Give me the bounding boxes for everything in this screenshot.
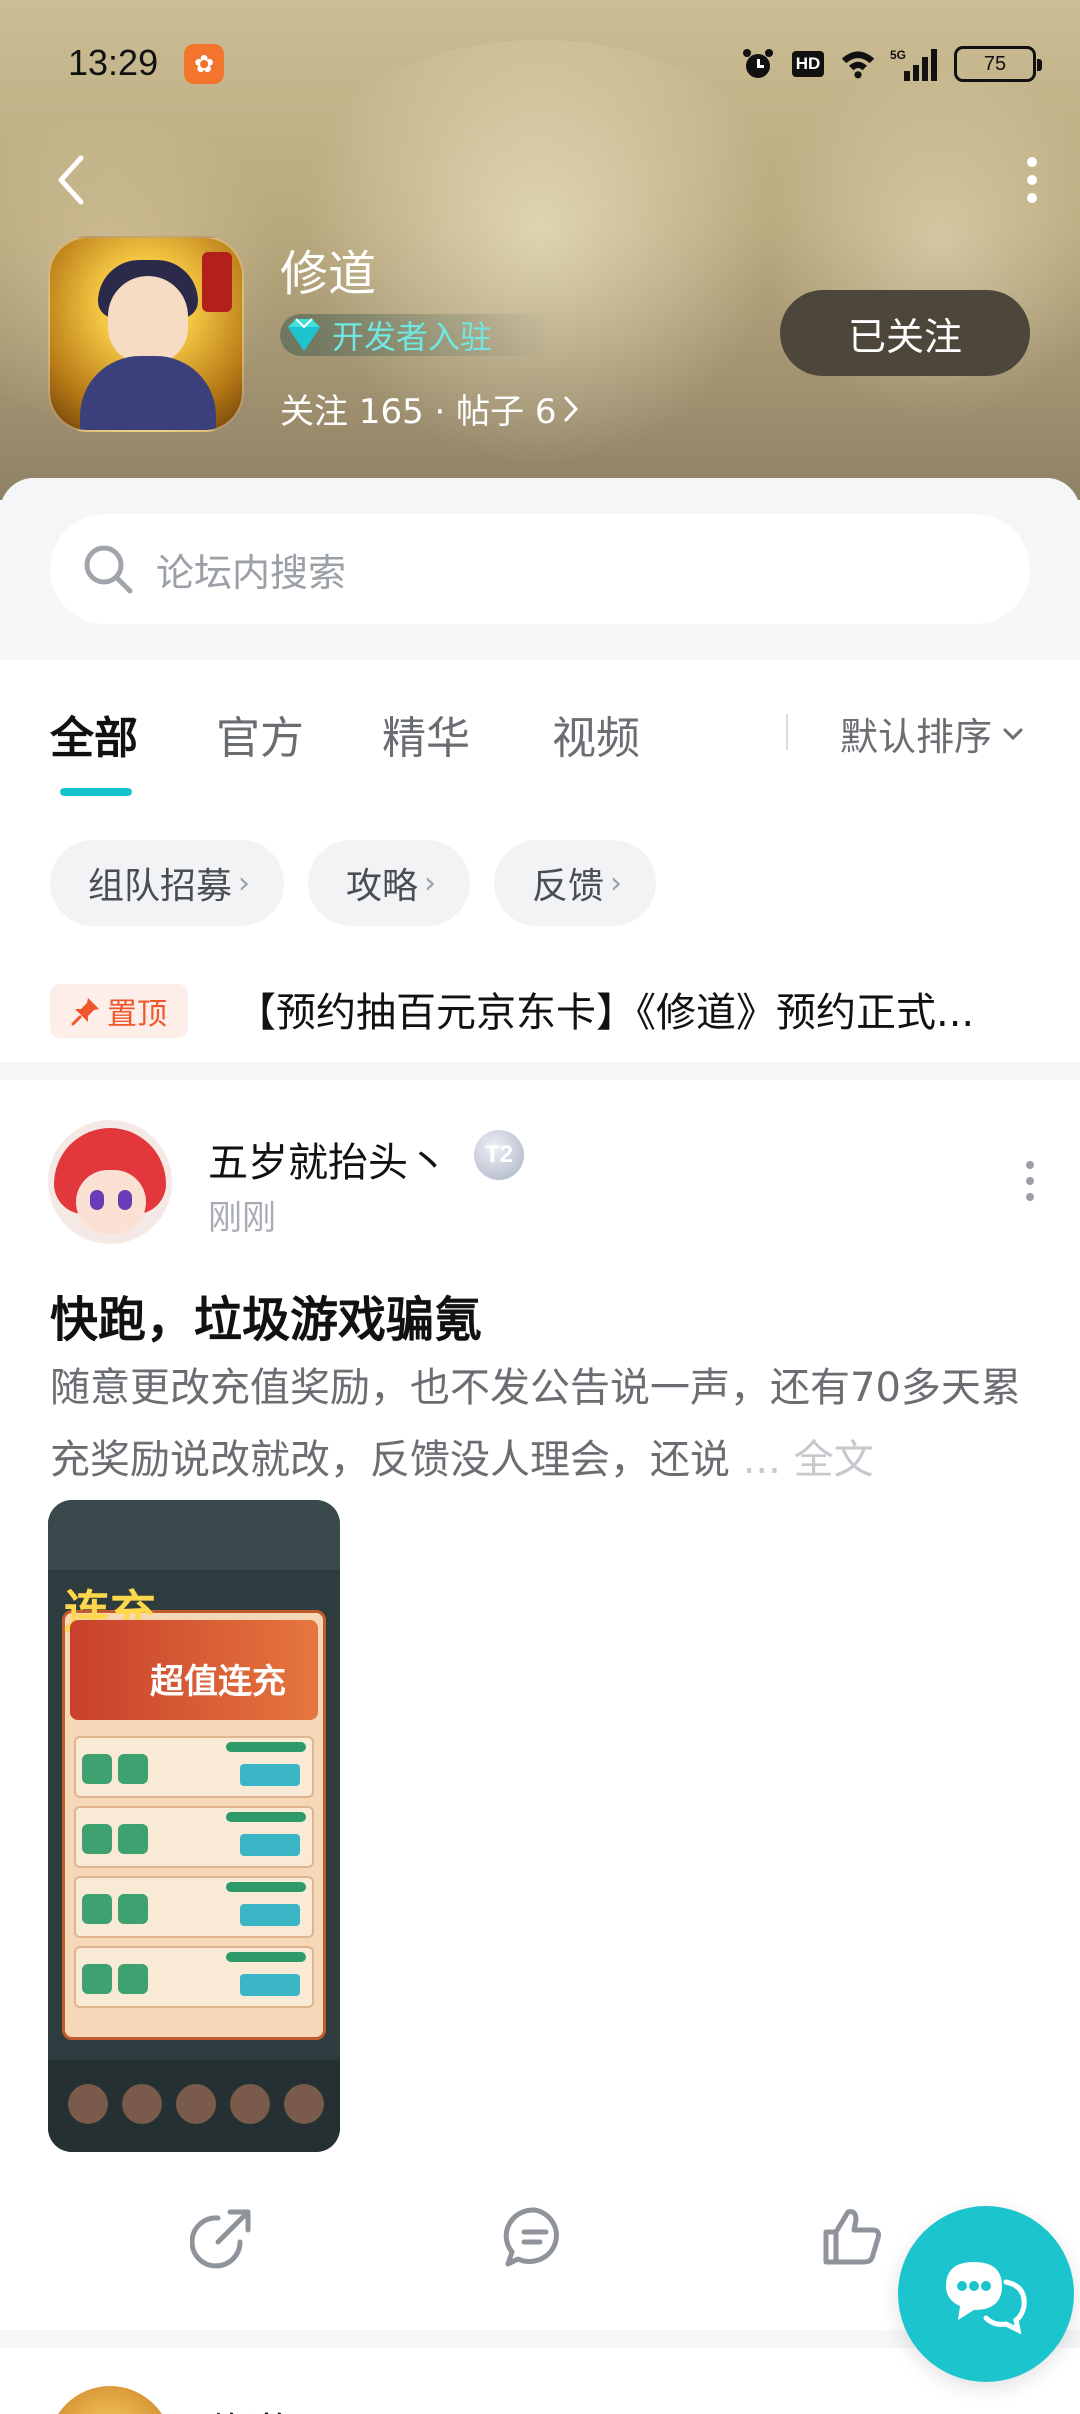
search-placeholder: 论坛内搜索 — [156, 550, 347, 595]
forum-content: 论坛内搜索 全部 官方 精华 视频 默认排序 组队招募 › 攻略 › 反馈 › 置顶 … — [0, 478, 1080, 2414]
post-username[interactable]: 修道 — [208, 2400, 288, 2414]
post-excerpt: 随意更改充值奖励，也不发公告说一声，还有70多天累充奖励说改就改，反馈没人理会，… — [50, 1352, 1030, 1496]
active-tab-indicator — [60, 788, 132, 796]
chevron-right-icon — [564, 396, 578, 421]
share-button[interactable] — [188, 2202, 258, 2272]
post-title: 快跑，垃圾游戏骗氪 — [50, 1292, 483, 1348]
tab-all[interactable]: 全部 — [50, 702, 138, 766]
status-icons: HD 5G 75 — [740, 44, 1042, 84]
app-notification-icon: ✿ — [184, 44, 224, 84]
post-excerpt-text: 随意更改充值奖励，也不发公告说一声，还有70多天累充奖励说改就改，反馈没人理会，… — [50, 1365, 1021, 1483]
developer-badge-label: 开发者入驻 — [332, 318, 493, 356]
chip-feedback[interactable]: 反馈 › — [494, 840, 657, 926]
pinned-post-title: 【预约抽百元京东卡】《修道》预约正式... — [236, 990, 975, 1036]
status-bar: 13:29 ✿ HD 5G 75 — [0, 0, 1080, 130]
user-level-badge: T2 — [474, 1130, 524, 1180]
svg-text:5G: 5G — [890, 48, 906, 62]
forum-game-icon — [48, 236, 244, 432]
sort-dropdown[interactable]: 默认排序 — [840, 706, 1024, 761]
forum-stats[interactable]: 关注 165 · 帖子 6 — [280, 384, 579, 433]
section-divider — [0, 1062, 1080, 1080]
share-icon — [190, 2209, 251, 2269]
chevron-down-icon — [1003, 728, 1023, 740]
hd-icon: HD — [790, 46, 826, 82]
signal-icon: 5G — [890, 46, 940, 82]
diamond-icon — [284, 315, 324, 355]
tab-divider — [786, 714, 788, 750]
chevron-right-icon: › — [238, 865, 251, 901]
tab-video[interactable]: 视频 — [552, 702, 640, 766]
post-time: 刚刚 — [208, 1198, 276, 1238]
forum-header: 13:29 ✿ HD 5G 75 修道 开发者入驻 关注 165 · 帖子 6 … — [0, 0, 1080, 500]
like-button[interactable] — [818, 2202, 888, 2272]
sort-label: 默认排序 — [840, 715, 993, 759]
chevron-left-icon — [58, 155, 84, 205]
more-options-button[interactable] — [1004, 150, 1060, 210]
chip-team-recruit[interactable]: 组队招募 › — [50, 840, 285, 926]
more-vertical-icon — [1027, 157, 1037, 167]
chevron-right-icon: › — [424, 865, 437, 901]
search-input[interactable]: 论坛内搜索 — [50, 514, 1030, 624]
chevron-right-icon: › — [610, 865, 623, 901]
forum-name: 修道 — [280, 246, 377, 302]
pinned-post[interactable]: 置顶 【预约抽百元京东卡】《修道》预约正式... — [0, 958, 1080, 1058]
pin-icon — [71, 998, 99, 1026]
tab-official[interactable]: 官方 — [216, 702, 304, 766]
developer-badge[interactable]: 开发者入驻 — [280, 314, 550, 356]
post-card[interactable]: 五岁就抬头丶 T2 刚刚 快跑，垃圾游戏骗氪 随意更改充值奖励，也不发公告说一声… — [0, 1080, 1080, 2330]
forum-stats-text: 关注 165 · 帖子 6 — [280, 392, 557, 432]
avatar[interactable] — [48, 2386, 172, 2414]
post-more-button[interactable] — [1010, 1156, 1050, 1206]
status-time: 13:29 — [68, 42, 159, 83]
tab-featured[interactable]: 精华 — [382, 702, 470, 766]
wifi-icon — [840, 46, 876, 82]
tab-bar: 全部 官方 精华 视频 默认排序 — [0, 660, 1080, 810]
comment-button[interactable] — [500, 2202, 570, 2272]
more-vertical-icon — [1026, 1161, 1034, 1169]
post-image[interactable]: 连充 超值连充 — [48, 1500, 340, 2152]
thumbs-up-icon — [823, 2209, 881, 2265]
back-button[interactable] — [44, 150, 96, 210]
post-image-banner-text: 超值连充 — [150, 1662, 286, 1702]
chat-bubble-icon — [946, 2262, 1027, 2334]
read-more-link[interactable]: 全文 — [794, 1437, 874, 1483]
battery-icon: 75 — [954, 46, 1042, 82]
chip-guide[interactable]: 攻略 › — [308, 840, 471, 926]
alarm-icon — [740, 46, 776, 82]
pinned-badge: 置顶 — [50, 984, 188, 1038]
post-username[interactable]: 五岁就抬头丶 — [208, 1130, 448, 1188]
search-area: 论坛内搜索 — [0, 478, 1080, 660]
post-excerpt-ellipsis: ... — [742, 1437, 781, 1483]
follow-button[interactable]: 已关注 — [780, 290, 1030, 376]
avatar[interactable] — [48, 1120, 172, 1244]
topic-chips: 组队招募 › 攻略 › 反馈 › — [50, 840, 657, 926]
comment-icon — [503, 2207, 559, 2267]
search-icon — [84, 545, 133, 594]
chat-fab-button[interactable] — [898, 2206, 1074, 2382]
